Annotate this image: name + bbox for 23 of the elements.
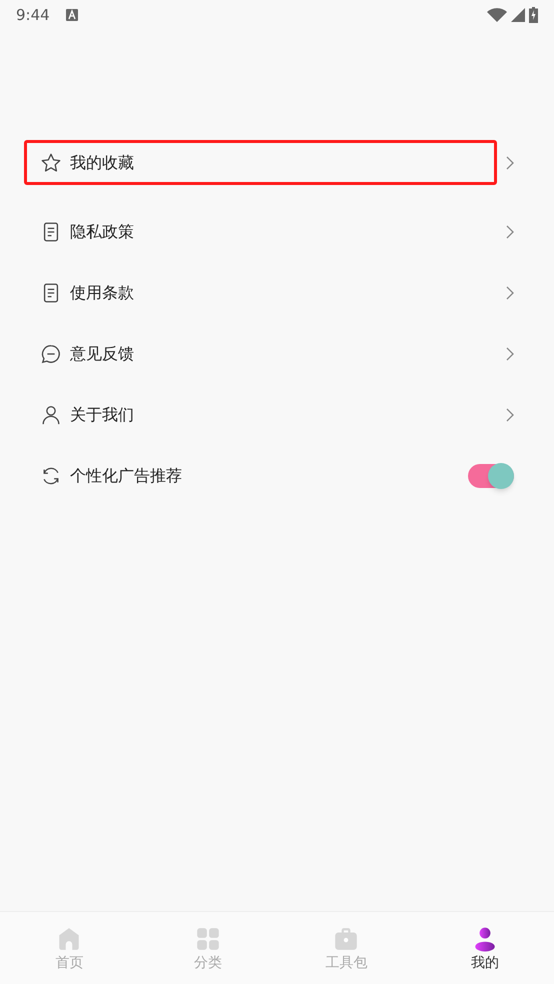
menu-item-label[interactable]: 隐私政策 xyxy=(70,220,134,244)
chat-bubble-icon xyxy=(40,342,62,364)
menu-item-label[interactable]: 使用条款 xyxy=(70,280,134,304)
grid-icon xyxy=(194,926,221,952)
person-icon xyxy=(40,404,62,426)
chevron-right-icon[interactable] xyxy=(506,156,514,170)
nav-tab[interactable]: 我的 xyxy=(416,912,554,984)
chevron-right-icon[interactable] xyxy=(506,408,514,422)
chevron-right-icon[interactable] xyxy=(506,286,514,300)
menu-item-label[interactable]: 我的收藏 xyxy=(70,150,134,174)
battery-charging-icon xyxy=(529,7,538,23)
chevron-right-icon[interactable] xyxy=(506,224,514,238)
menu-item-label[interactable]: 关于我们 xyxy=(70,402,134,426)
menu-item-label[interactable]: 个性化广告推荐 xyxy=(70,464,182,488)
toggle-switch[interactable] xyxy=(468,464,514,488)
keyboard-notification-icon xyxy=(66,9,78,21)
briefcase-icon xyxy=(333,926,360,952)
star-icon xyxy=(40,152,62,174)
menu-item-label[interactable]: 意见反馈 xyxy=(70,342,134,366)
signal-icon xyxy=(511,8,525,22)
status-time: 9:44 xyxy=(16,4,50,26)
chevron-right-icon[interactable] xyxy=(506,346,514,360)
wifi-icon xyxy=(487,8,507,22)
